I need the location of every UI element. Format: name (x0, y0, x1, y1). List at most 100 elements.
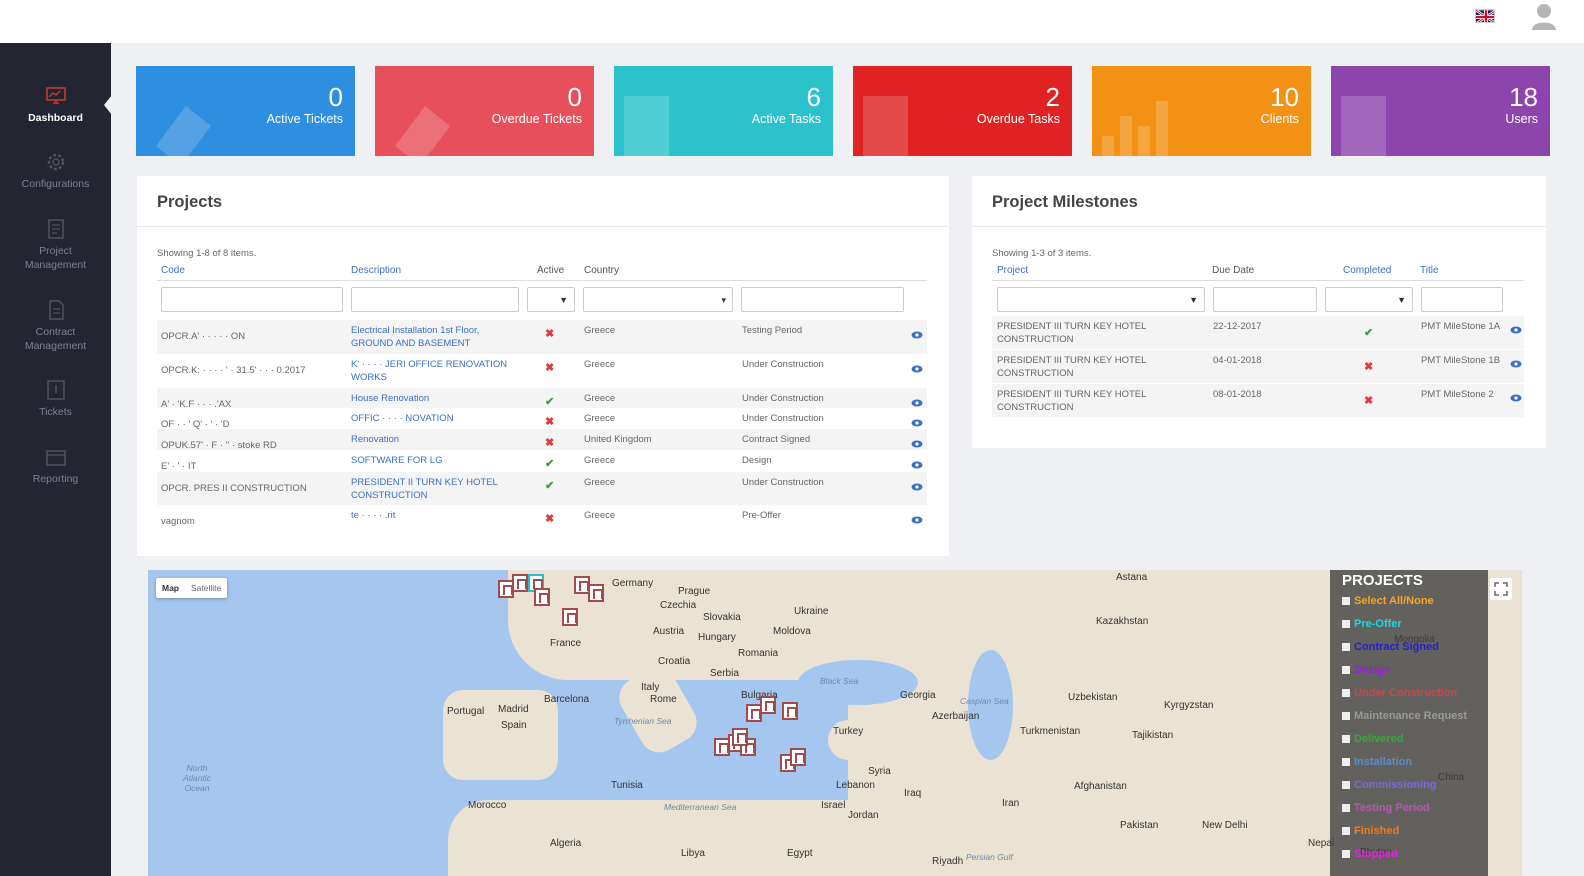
project-description[interactable]: PRESIDENT II TURN KEY HOTEL CONSTRUCTION (351, 476, 521, 502)
legend-item[interactable]: Stopped (1342, 848, 1398, 860)
checkbox[interactable] (1342, 643, 1350, 651)
legend-item[interactable]: Commissioning (1342, 779, 1437, 791)
project-pin-icon[interactable] (562, 608, 578, 626)
project-description[interactable]: K' · · · · JERI OFFICE RENOVATION WORKS (351, 358, 521, 384)
eye-icon[interactable] (1510, 321, 1522, 334)
legend-item[interactable]: Contract Signed (1342, 641, 1439, 653)
map-sea-label: Tyrrhenian Sea (614, 716, 672, 726)
eye-icon[interactable] (1510, 355, 1522, 368)
legend-label: Delivered (1354, 733, 1404, 745)
checkbox[interactable] (1342, 781, 1350, 789)
project-description[interactable]: Electrical Installation 1st Floor, GROUN… (351, 324, 521, 350)
checkbox[interactable] (1342, 758, 1350, 766)
eye-icon[interactable] (911, 414, 923, 427)
legend-item[interactable]: Pre-Offer (1342, 618, 1402, 630)
stat-value: 18 (1509, 82, 1538, 112)
project-description[interactable]: House Renovation (351, 392, 521, 405)
project-pin-icon[interactable] (512, 574, 528, 592)
map-sea-label: Black Sea (820, 676, 859, 686)
stat-card-active-tickets[interactable]: 0 Active Tickets (136, 66, 355, 156)
checkbox[interactable] (1342, 850, 1350, 858)
stat-card-overdue-tasks[interactable]: 2 Overdue Tasks (853, 66, 1072, 156)
sidebar-item-contract-management[interactable]: Contract Management (0, 299, 111, 353)
project-description[interactable]: SOFTWARE FOR LG (351, 454, 521, 467)
uk-flag-icon[interactable] (1475, 9, 1495, 23)
column-header-project[interactable]: Project (997, 265, 1028, 276)
legend-item[interactable]: Testing Period (1342, 802, 1430, 814)
projects-legend: PROJECTS Select All/None Pre-Offer Contrac… (1330, 570, 1488, 876)
legend-label: Design (1354, 664, 1391, 676)
legend-item[interactable]: Finished (1342, 825, 1399, 837)
map-label: Portugal (447, 706, 485, 717)
status-filter-input[interactable] (741, 287, 904, 312)
legend-label: Installation (1354, 756, 1413, 768)
legend-item[interactable]: Select All/None (1342, 595, 1434, 607)
column-header-description[interactable]: Description (351, 265, 401, 276)
code-filter-input[interactable] (161, 287, 343, 312)
legend-item[interactable]: Installation (1342, 756, 1412, 768)
country-filter-select[interactable]: ▾ (583, 287, 733, 312)
map-type-control[interactable]: Map Satellite (156, 578, 228, 598)
cross-icon: ✖ (1364, 361, 1374, 373)
checkbox[interactable] (1342, 804, 1350, 812)
map-button[interactable]: Map (156, 578, 185, 598)
fullscreen-icon[interactable] (1490, 578, 1512, 600)
eye-icon[interactable] (911, 511, 923, 524)
stat-label: Active Tasks (751, 112, 821, 126)
completed-filter-select[interactable]: ▼ (1325, 287, 1413, 312)
stat-card-overdue-tickets[interactable]: 0 Overdue Tickets (375, 66, 594, 156)
project-pin-icon[interactable] (588, 584, 604, 602)
eye-icon[interactable] (911, 435, 923, 448)
legend-item[interactable]: Design (1342, 664, 1391, 676)
project-description[interactable]: OFFIC · · · · NOVATION (351, 412, 521, 425)
satellite-button[interactable]: Satellite (185, 578, 227, 598)
user-icon[interactable] (1531, 2, 1557, 30)
projects-map[interactable]: Map Satellite Germany Czechia Slovakia Ukra… (148, 570, 1522, 876)
due-date-filter-input[interactable] (1213, 287, 1317, 312)
legend-item[interactable]: Maintenance Request (1342, 710, 1467, 722)
description-filter-input[interactable] (351, 287, 519, 312)
sidebar-item-project-management[interactable]: Project Management (0, 218, 111, 272)
project-pin-icon[interactable] (534, 588, 550, 606)
column-header-code[interactable]: Code (161, 265, 185, 276)
project-pin-icon[interactable] (760, 696, 776, 714)
sidebar-item-dashboard[interactable]: Dashboard (0, 85, 111, 125)
eye-icon[interactable] (911, 478, 923, 491)
legend-label: Select All/None (1354, 595, 1434, 607)
stat-card-active-tasks[interactable]: 6 Active Tasks (614, 66, 833, 156)
sidebar-item-label: Contract Management (24, 326, 87, 352)
legend-item[interactable]: Delivered (1342, 733, 1404, 745)
check-icon: ✔ (1364, 327, 1374, 339)
active-filter-select[interactable]: ▼ (527, 287, 575, 312)
eye-icon[interactable] (911, 394, 923, 407)
eye-icon[interactable] (911, 456, 923, 469)
checkbox[interactable] (1342, 689, 1350, 697)
eye-icon[interactable] (1510, 389, 1522, 402)
stat-card-users[interactable]: 18 Users (1331, 66, 1550, 156)
checkbox[interactable] (1342, 620, 1350, 628)
checkbox[interactable] (1342, 666, 1350, 674)
project-filter-select[interactable]: ▼ (997, 287, 1205, 312)
ticket-icon (395, 106, 450, 156)
stat-card-clients[interactable]: 10 Clients (1092, 66, 1311, 156)
checkbox[interactable] (1342, 597, 1350, 605)
chevron-down-icon: ▾ (721, 295, 726, 305)
checkbox[interactable] (1342, 735, 1350, 743)
project-pin-icon[interactable] (782, 702, 798, 720)
column-header-completed[interactable]: Completed (1343, 265, 1391, 276)
sidebar-item-tickets[interactable]: Tickets (0, 379, 111, 419)
project-pin-icon[interactable] (790, 748, 806, 766)
checkbox[interactable] (1342, 827, 1350, 835)
eye-icon[interactable] (911, 360, 923, 373)
title-filter-input[interactable] (1421, 287, 1503, 312)
project-pin-icon[interactable] (732, 728, 748, 746)
column-header-title[interactable]: Title (1420, 265, 1439, 276)
project-description[interactable]: te · · · · .rit (351, 509, 521, 522)
eye-icon[interactable] (911, 326, 923, 339)
legend-item[interactable]: Under Construction (1342, 687, 1457, 699)
sidebar-item-reporting[interactable]: Reporting (0, 446, 111, 486)
sidebar-item-label: Project Management (24, 245, 87, 271)
project-description[interactable]: Renovation (351, 433, 521, 446)
sidebar-item-configurations[interactable]: Configurations (0, 151, 111, 191)
checkbox[interactable] (1342, 712, 1350, 720)
